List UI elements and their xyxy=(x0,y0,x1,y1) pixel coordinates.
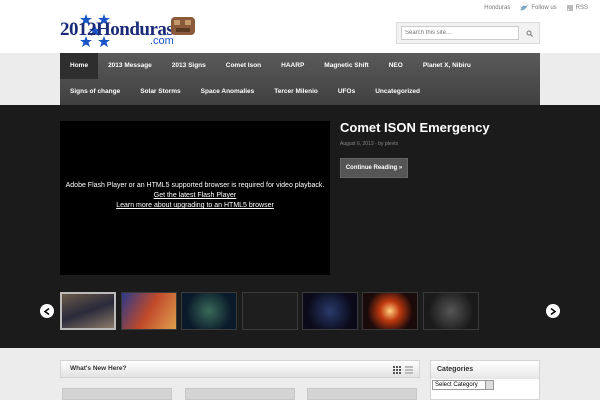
video-message: Adobe Flash Player or an HTML5 supported… xyxy=(60,181,330,211)
search-input[interactable] xyxy=(401,26,519,40)
nav-item-haarp[interactable]: HAARP xyxy=(271,53,314,79)
thumbnail[interactable] xyxy=(302,292,358,330)
whats-new-bar: What's New Here? xyxy=(60,360,420,378)
follow-link[interactable]: Follow us xyxy=(520,5,557,11)
search-box xyxy=(396,22,540,44)
nav-item-home[interactable]: Home xyxy=(60,53,99,79)
categories-widget: Categories Select Category xyxy=(430,360,540,400)
video-player[interactable]: Adobe Flash Player or an HTML5 supported… xyxy=(60,121,330,275)
nav-item-comet-ison[interactable]: Comet Ison xyxy=(216,53,271,79)
thumbnail[interactable] xyxy=(242,292,298,330)
thumbnail[interactable] xyxy=(60,292,116,330)
rss-icon xyxy=(566,5,573,11)
featured-slider: Adobe Flash Player or an HTML5 supported… xyxy=(0,105,600,348)
post-card[interactable] xyxy=(307,388,417,400)
category-select[interactable]: Select Category xyxy=(432,380,494,390)
continue-reading-button[interactable]: Continue Reading » xyxy=(340,158,408,178)
video-requirement-text: Adobe Flash Player or an HTML5 supported… xyxy=(65,182,325,189)
thumbnail[interactable] xyxy=(362,292,418,330)
nav-item-planet-x[interactable]: Planet X, Nibiru xyxy=(413,53,481,79)
thumbnail[interactable] xyxy=(181,292,237,330)
thumbnail-strip xyxy=(0,292,600,332)
twitter-icon xyxy=(520,5,529,11)
nav-item-ufos[interactable]: UFOs xyxy=(328,79,365,105)
rss-label: RSS xyxy=(575,5,588,11)
thumbnail[interactable] xyxy=(423,292,479,330)
nav-item-2013-message[interactable]: 2013 Message xyxy=(98,53,162,79)
logo-number: 2012 xyxy=(60,19,97,40)
post-card[interactable] xyxy=(185,388,295,400)
nav-row-2: Signs of change Solar Storms Space Anoma… xyxy=(60,79,540,105)
follow-label: Follow us xyxy=(531,5,557,11)
flash-player-link[interactable]: Get the latest Flash Player xyxy=(60,191,330,201)
honduras-link[interactable]: Honduras xyxy=(484,5,510,11)
main-nav: Home 2013 Message 2013 Signs Comet Ison … xyxy=(60,53,540,105)
featured-post-title[interactable]: Comet ISON Emergency xyxy=(340,120,490,135)
nav-item-neo[interactable]: NEO xyxy=(379,53,413,79)
post-card[interactable] xyxy=(62,388,172,400)
nav-item-magnetic-shift[interactable]: Magnetic Shift xyxy=(314,53,378,79)
nav-item-signs-of-change[interactable]: Signs of change xyxy=(60,79,130,105)
nav-item-2013-signs[interactable]: 2013 Signs xyxy=(162,53,216,79)
nav-item-uncategorized[interactable]: Uncategorized xyxy=(365,79,430,105)
site-header: 2012 Honduras .com Honduras Follow us RS… xyxy=(0,0,600,53)
nav-item-solar-storms[interactable]: Solar Storms xyxy=(130,79,190,105)
rss-link[interactable]: RSS xyxy=(566,5,588,11)
chevron-right-icon xyxy=(550,307,556,315)
grid-view-icon[interactable] xyxy=(393,366,401,374)
whats-new-title: What's New Here? xyxy=(70,365,127,372)
category-select-value: Select Category xyxy=(435,382,478,388)
thumbnail[interactable] xyxy=(121,292,177,330)
nav-item-space-anomalies[interactable]: Space Anomalies xyxy=(191,79,265,105)
search-button[interactable] xyxy=(522,26,536,40)
list-view-icon[interactable] xyxy=(405,366,413,374)
search-icon xyxy=(526,30,533,37)
html5-upgrade-link[interactable]: Learn more about upgrading to an HTML5 b… xyxy=(60,201,330,211)
categories-title: Categories xyxy=(431,361,539,379)
top-links: Honduras Follow us RSS xyxy=(484,5,588,11)
prev-arrow-button[interactable] xyxy=(40,304,54,318)
nav-item-tercer-milenio[interactable]: Tercer Milenio xyxy=(264,79,328,105)
chevron-left-icon xyxy=(44,307,50,315)
chevron-down-icon xyxy=(485,381,493,389)
next-arrow-button[interactable] xyxy=(546,304,560,318)
featured-post-meta: August 6, 2013 · by ptevtx xyxy=(340,141,399,147)
nav-row-1: Home 2013 Message 2013 Signs Comet Ison … xyxy=(60,53,540,79)
site-logo[interactable]: 2012 Honduras .com xyxy=(58,13,198,49)
mayan-mask-icon xyxy=(171,17,195,35)
